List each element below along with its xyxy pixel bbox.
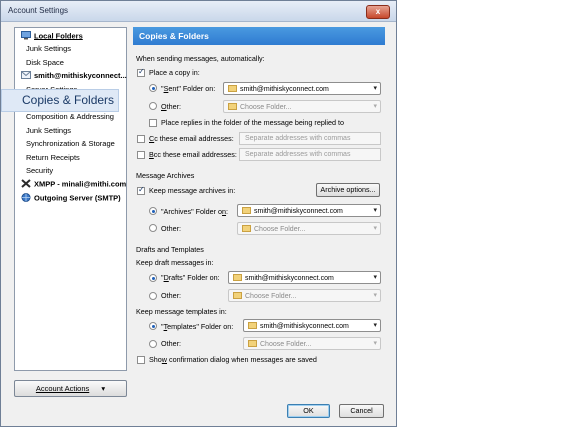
other-folder-select-3[interactable]: Choose Folder... ▾ [228, 289, 381, 302]
other-folder-select-1[interactable]: Choose Folder... ▾ [223, 100, 381, 113]
account-actions-button[interactable]: Account Actions ▾ [14, 380, 127, 397]
tree-item-disk-space[interactable]: Disk Space [26, 58, 64, 67]
folder-icon [248, 340, 257, 347]
settings-panel: Copies & Folders When sending messages, … [133, 27, 388, 371]
account-icon [248, 322, 257, 329]
chevron-down-icon: ▾ [373, 292, 377, 299]
tree-item-sync-storage[interactable]: Synchronization & Storage [26, 139, 115, 148]
folder-icon [242, 225, 251, 232]
cc-label: Cc these email addresses: [149, 134, 234, 143]
title-bar: Account Settings x [1, 1, 396, 22]
mail-account-icon [21, 71, 31, 81]
tree-item-mail-account[interactable]: smith@mithiskyconnect... [21, 71, 127, 81]
other-folder-select-2[interactable]: Choose Folder... ▾ [237, 222, 381, 235]
archives-header: Message Archives [136, 171, 195, 180]
ok-button[interactable]: OK [287, 404, 330, 418]
chevron-down-icon: ▾ [373, 103, 377, 110]
sending-header: When sending messages, automatically: [136, 54, 265, 63]
keep-archives-label: Keep message archives in: [149, 186, 236, 195]
other-label-4: Other: [161, 339, 181, 348]
show-confirm-label: Show confirmation dialog when messages a… [149, 355, 317, 364]
other-folder-radio-1[interactable] [149, 102, 157, 110]
account-tree[interactable]: Local Folders Junk Settings Disk Space s… [14, 27, 127, 371]
templates-account-select[interactable]: smith@mithiskyconnect.com ▾ [243, 319, 381, 332]
chevron-down-icon: ▾ [373, 340, 377, 347]
place-replies-checkbox[interactable] [149, 119, 157, 127]
bcc-addresses-input[interactable]: Separate addresses with commas [239, 148, 381, 161]
smtp-icon [21, 193, 31, 204]
tree-item-local-folders[interactable]: Local Folders [21, 31, 83, 42]
xmpp-icon [21, 179, 31, 190]
sent-folder-label: "Sent" Folder on: [161, 84, 216, 93]
sent-folder-radio[interactable] [149, 84, 157, 92]
account-icon [228, 85, 237, 92]
folder-icon [228, 103, 237, 110]
place-copy-label: Place a copy in: [149, 68, 200, 77]
archives-folder-radio[interactable] [149, 207, 157, 215]
tree-item-junk-settings-local[interactable]: Junk Settings [26, 44, 71, 53]
chevron-down-icon: ▾ [373, 207, 377, 214]
tree-item-xmpp[interactable]: XMPP - minali@mithi.com [21, 179, 126, 190]
tree-item-return-receipts[interactable]: Return Receipts [26, 153, 80, 162]
other-folder-radio-2[interactable] [149, 224, 157, 232]
drafts-folder-label: "Drafts" Folder on: [161, 273, 220, 282]
other-label-3: Other: [161, 291, 181, 300]
window-title: Account Settings [8, 6, 69, 15]
panel-title: Copies & Folders [133, 27, 385, 45]
tree-item-copies-folders-selected[interactable]: Copies & Folders [1, 89, 119, 112]
tree-item-smtp[interactable]: Outgoing Server (SMTP) [21, 193, 121, 204]
cc-addresses-input[interactable]: Separate addresses with commas [239, 132, 381, 145]
templates-folder-radio[interactable] [149, 322, 157, 330]
account-settings-window: Account Settings x Local Folders Junk Se… [0, 0, 397, 427]
other-folder-radio-4[interactable] [149, 340, 157, 348]
templates-folder-label: "Templates" Folder on: [161, 322, 234, 331]
tree-item-security[interactable]: Security [26, 166, 53, 175]
chevron-down-icon: ▾ [373, 225, 377, 232]
close-button[interactable]: x [366, 5, 390, 19]
archives-account-select[interactable]: smith@mithiskyconnect.com ▾ [237, 204, 381, 217]
chevron-down-icon: ▾ [373, 274, 377, 281]
local-folders-icon [21, 31, 31, 42]
archive-options-button[interactable]: Archive options... [316, 183, 380, 197]
place-copy-checkbox[interactable] [137, 67, 145, 77]
other-folder-select-4[interactable]: Choose Folder... ▾ [243, 337, 381, 350]
account-icon [233, 274, 242, 281]
drafts-folder-radio[interactable] [149, 274, 157, 282]
keep-archives-checkbox[interactable] [137, 185, 145, 195]
chevron-down-icon: ▾ [373, 85, 377, 92]
archives-folder-label: "Archives" Folder on: [161, 207, 229, 216]
keep-templates-label: Keep message templates in: [136, 307, 227, 316]
tree-item-junk-settings[interactable]: Junk Settings [26, 126, 71, 135]
sent-account-select[interactable]: smith@mithiskyconnect.com ▾ [223, 82, 381, 95]
other-label-2: Other: [161, 224, 181, 233]
drafts-templates-header: Drafts and Templates [136, 245, 204, 254]
drafts-account-select[interactable]: smith@mithiskyconnect.com ▾ [228, 271, 381, 284]
chevron-down-icon: ▾ [373, 322, 377, 329]
other-label-1: Other: [161, 102, 181, 111]
keep-drafts-label: Keep draft messages in: [136, 258, 214, 267]
chevron-down-icon: ▾ [101, 384, 106, 393]
bcc-label: Bcc these email addresses: [149, 150, 237, 159]
place-replies-label: Place replies in the folder of the messa… [161, 118, 344, 127]
cc-checkbox[interactable] [137, 135, 145, 143]
bcc-checkbox[interactable] [137, 151, 145, 159]
account-icon [242, 207, 251, 214]
folder-icon [233, 292, 242, 299]
show-confirm-checkbox[interactable] [137, 356, 145, 364]
tree-item-composition[interactable]: Composition & Addressing [26, 112, 114, 121]
other-folder-radio-3[interactable] [149, 292, 157, 300]
cancel-button[interactable]: Cancel [339, 404, 384, 418]
